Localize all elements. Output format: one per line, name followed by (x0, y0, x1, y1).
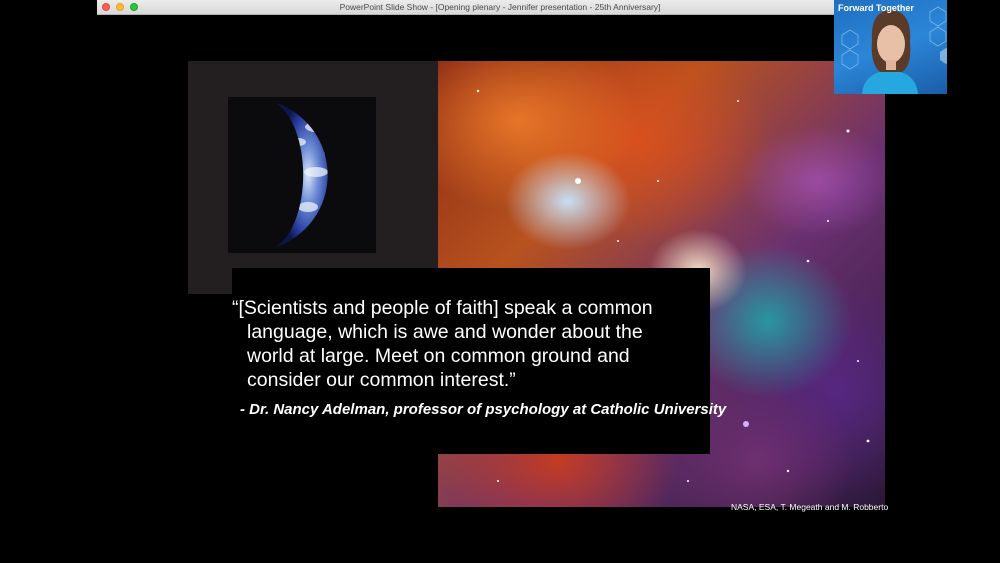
window-controls (102, 3, 138, 11)
quote-line: language, which is awe and wonder about … (247, 321, 643, 343)
quote-line: consider our common interest.” (247, 369, 516, 391)
video-banner: Forward Together (838, 3, 914, 13)
window-title: PowerPoint Slide Show - [Opening plenary… (339, 2, 661, 12)
earth-image (188, 61, 438, 294)
zoom-window-icon[interactable] (130, 3, 138, 11)
image-credit: NASA, ESA, T. Megeath and M. Robberto (731, 502, 889, 512)
earth-photo (228, 97, 376, 253)
quote-text: “[Scientists and people of faith] speak … (232, 296, 702, 392)
window-titlebar[interactable]: PowerPoint Slide Show - [Opening plenary… (97, 0, 903, 15)
quote-line: “[Scientists and people of faith] speak … (232, 297, 653, 319)
minimize-window-icon[interactable] (116, 3, 124, 11)
close-window-icon[interactable] (102, 3, 110, 11)
quote-attribution: - Dr. Nancy Adelman, professor of psycho… (240, 401, 727, 418)
quote-line: world at large. Meet on common ground an… (247, 345, 630, 367)
speaker-video[interactable]: Forward Together (834, 0, 947, 94)
